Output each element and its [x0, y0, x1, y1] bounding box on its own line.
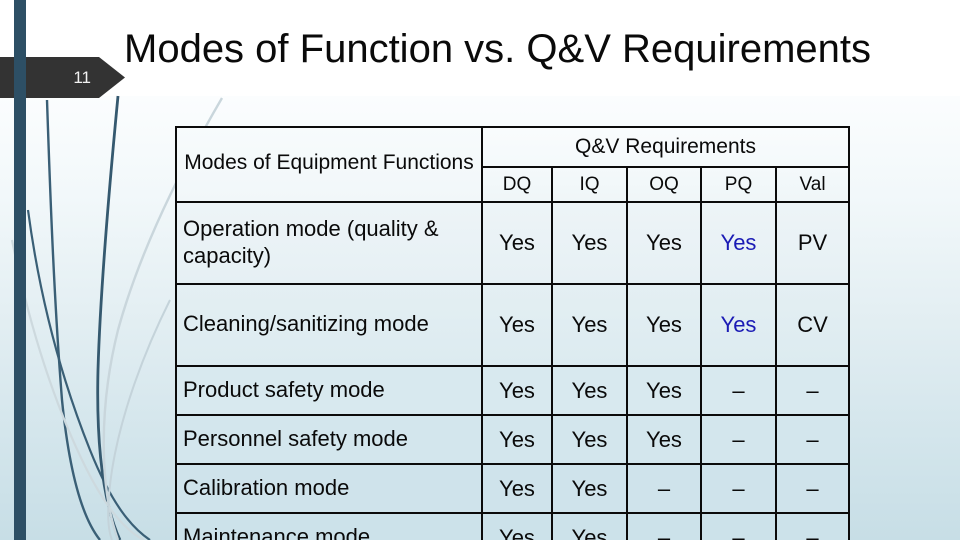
row-label: Cleaning/sanitizing mode [175, 283, 483, 367]
cell-oq: Yes [626, 201, 702, 285]
column-header-val: Val [774, 166, 851, 203]
table-row: Personnel safety mode Yes Yes Yes – – [175, 414, 851, 465]
row-label: Operation mode (quality & capacity) [175, 201, 483, 285]
cell-val: CV [774, 283, 851, 367]
cell-val: – [774, 414, 851, 465]
cell-pq: Yes [700, 283, 777, 367]
cell-iq: Yes [551, 365, 628, 416]
header-qv-requirements: Q&V Requirements [480, 126, 851, 168]
left-accent-bar [14, 0, 26, 540]
cell-val: – [774, 463, 851, 514]
cell-iq: Yes [551, 201, 628, 285]
cell-val: – [774, 365, 851, 416]
column-header-oq: OQ [626, 166, 702, 203]
cell-dq: Yes [481, 512, 553, 540]
slide-canvas: 11 Modes of Function vs. Q&V Requirement… [0, 0, 960, 540]
cell-dq: Yes [481, 365, 553, 416]
cell-oq: Yes [626, 414, 702, 465]
cell-iq: Yes [551, 283, 628, 367]
table-row: Maintenance mode Yes Yes – – – [175, 512, 851, 540]
table-header-row-group: Modes of Equipment Functions Q&V Require… [175, 126, 851, 203]
cell-val: PV [774, 201, 851, 285]
modes-vs-requirements-table: Modes of Equipment Functions Q&V Require… [175, 126, 851, 540]
cell-pq: – [700, 512, 777, 540]
header-modes-of-equipment-functions: Modes of Equipment Functions [175, 126, 483, 203]
requirements-table-wrap: Modes of Equipment Functions Q&V Require… [175, 126, 851, 540]
cell-dq: Yes [481, 283, 553, 367]
table-row: Cleaning/sanitizing mode Yes Yes Yes Yes… [175, 283, 851, 367]
cell-dq: Yes [481, 414, 553, 465]
cell-val: – [774, 512, 851, 540]
cell-oq: – [626, 463, 702, 514]
cell-iq: Yes [551, 512, 628, 540]
column-header-dq: DQ [481, 166, 553, 203]
page-title: Modes of Function vs. Q&V Requirements [124, 27, 871, 71]
row-label: Calibration mode [175, 463, 483, 514]
cell-pq: Yes [700, 201, 777, 285]
cell-oq: Yes [626, 283, 702, 367]
table-body: Operation mode (quality & capacity) Yes … [175, 201, 851, 540]
table-row: Product safety mode Yes Yes Yes – – [175, 365, 851, 416]
cell-pq: – [700, 365, 777, 416]
cell-oq: – [626, 512, 702, 540]
row-label: Maintenance mode [175, 512, 483, 540]
cell-iq: Yes [551, 414, 628, 465]
cell-iq: Yes [551, 463, 628, 514]
cell-pq: – [700, 414, 777, 465]
cell-oq: Yes [626, 365, 702, 416]
table-row: Operation mode (quality & capacity) Yes … [175, 201, 851, 285]
column-header-iq: IQ [551, 166, 628, 203]
cell-dq: Yes [481, 201, 553, 285]
table-head: Modes of Equipment Functions Q&V Require… [175, 126, 851, 203]
column-header-pq: PQ [700, 166, 777, 203]
cell-pq: – [700, 463, 777, 514]
cell-dq: Yes [481, 463, 553, 514]
slide-number: 11 [73, 68, 91, 87]
row-label: Product safety mode [175, 365, 483, 416]
table-row: Calibration mode Yes Yes – – – [175, 463, 851, 514]
row-label: Personnel safety mode [175, 414, 483, 465]
